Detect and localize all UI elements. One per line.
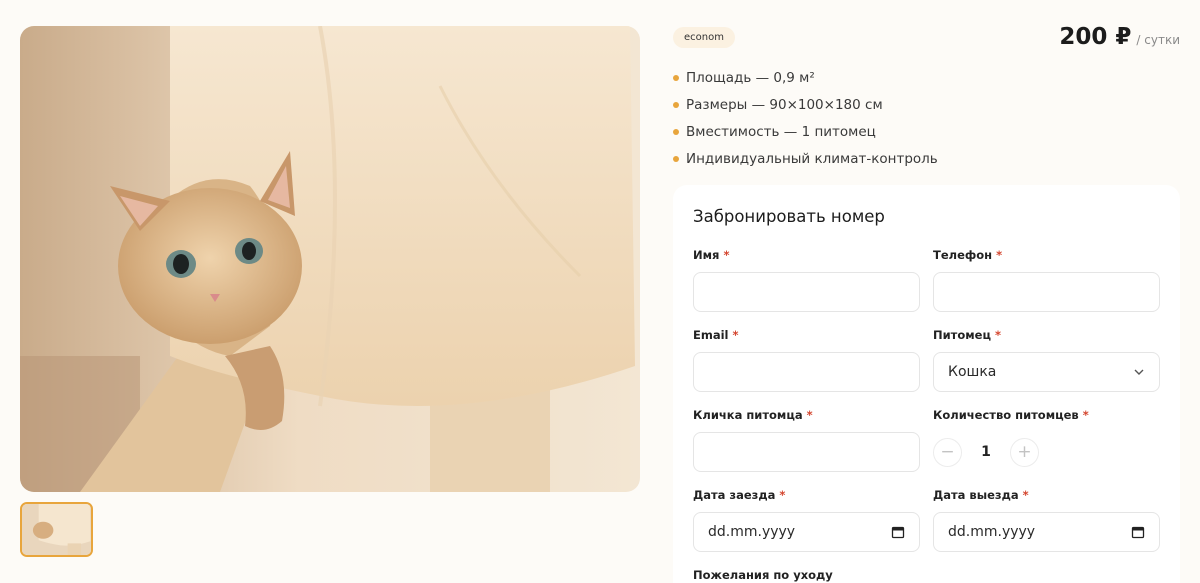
increment-button[interactable]: + [1010, 437, 1039, 467]
price-block: 200 ₽ / сутки [1059, 24, 1180, 50]
required-mark: * [996, 248, 1003, 262]
required-mark: * [995, 328, 1002, 342]
booking-form-title: Забронировать номер [693, 207, 885, 226]
feature-item: Площадь — 0,9 м² [673, 64, 938, 91]
calendar-icon[interactable] [1131, 525, 1145, 539]
checkout-placeholder: dd.mm.yyyy [948, 524, 1036, 540]
required-mark: * [732, 328, 739, 342]
name-input[interactable] [693, 272, 920, 312]
pet-count-label: Количество питомцев * [933, 408, 1089, 422]
feature-item: Размеры — 90×100×180 см [673, 91, 938, 118]
booking-form: Забронировать номер Имя * Телефон * Emai… [673, 185, 1180, 583]
feature-text: Площадь — 0,9 м² [686, 69, 815, 86]
pet-count-field: Количество питомцев * − 1 + [933, 408, 1160, 472]
pet-type-label: Питомец * [933, 328, 1002, 342]
checkout-date-input[interactable]: dd.mm.yyyy [933, 512, 1160, 552]
feature-item: Вместимость — 1 питомец [673, 118, 938, 145]
checkin-label: Дата заезда * [693, 488, 786, 502]
decrement-button[interactable]: − [933, 437, 962, 467]
required-mark: * [1022, 488, 1029, 502]
bullet-dot-icon [673, 101, 679, 108]
phone-label: Телефон * [933, 248, 1003, 262]
email-input[interactable] [693, 352, 920, 392]
checkin-placeholder: dd.mm.yyyy [708, 524, 796, 540]
feature-text: Индивидуальный климат-контроль [686, 150, 938, 167]
required-mark: * [806, 408, 813, 422]
care-wishes-label: Пожелания по уходу [693, 568, 833, 582]
phone-field: Телефон * [933, 248, 1160, 312]
chevron-down-icon [1134, 369, 1144, 375]
name-label: Имя * [693, 248, 730, 262]
pet-count-stepper: − 1 + [933, 432, 1160, 472]
price-unit: / сутки [1136, 33, 1180, 47]
pet-type-value: Кошка [948, 364, 997, 380]
required-mark: * [723, 248, 730, 262]
feature-text: Вместимость — 1 питомец [686, 123, 876, 140]
main-photo [20, 26, 640, 492]
feature-text: Размеры — 90×100×180 см [686, 96, 883, 113]
bullet-dot-icon [673, 74, 679, 81]
phone-input[interactable] [933, 272, 1160, 312]
email-field: Email * [693, 328, 920, 392]
checkout-field: Дата выезда * dd.mm.yyyy [933, 488, 1160, 552]
checkout-label: Дата выезда * [933, 488, 1029, 502]
pet-name-field: Кличка питомца * [693, 408, 920, 472]
pet-name-input[interactable] [693, 432, 920, 472]
cat-photo-image [20, 26, 640, 492]
price-value: 200 ₽ [1059, 24, 1132, 50]
required-mark: * [1082, 408, 1089, 422]
pet-type-select[interactable]: Кошка [933, 352, 1160, 392]
room-class-badge: econom [673, 27, 735, 48]
feature-item: Индивидуальный климат-контроль [673, 145, 938, 172]
name-field: Имя * [693, 248, 920, 312]
bullet-dot-icon [673, 155, 679, 162]
room-features-list: Площадь — 0,9 м² Размеры — 90×100×180 см… [673, 64, 938, 172]
email-label: Email * [693, 328, 739, 342]
bullet-dot-icon [673, 128, 679, 135]
cat-thumbnail-image [22, 504, 91, 555]
gallery-thumbnail[interactable] [20, 502, 93, 557]
calendar-icon[interactable] [891, 525, 905, 539]
checkin-field: Дата заезда * dd.mm.yyyy [693, 488, 920, 552]
pet-name-label: Кличка питомца * [693, 408, 813, 422]
checkin-date-input[interactable]: dd.mm.yyyy [693, 512, 920, 552]
pet-type-field: Питомец * Кошка [933, 328, 1160, 392]
required-mark: * [779, 488, 786, 502]
pet-count-value: 1 [981, 444, 991, 460]
